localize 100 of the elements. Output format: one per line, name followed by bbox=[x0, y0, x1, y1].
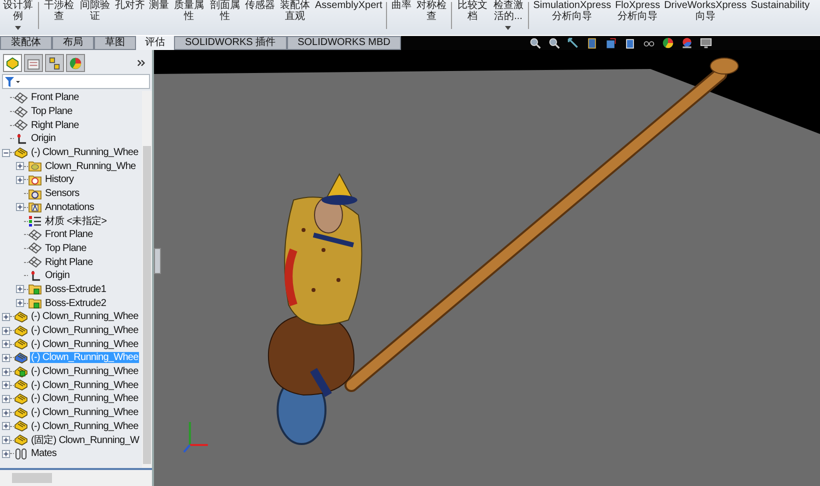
tree-item[interactable]: (-) Clown_Running_Whee bbox=[30, 393, 140, 404]
feature-folder-icon bbox=[28, 283, 42, 296]
feature-folder-icon bbox=[28, 297, 42, 310]
ribbon-button[interactable]: SimulationXpress 分析向导 bbox=[533, 0, 612, 22]
tree-item[interactable]: Annotations bbox=[44, 202, 95, 213]
expander-icon[interactable] bbox=[2, 340, 10, 348]
part-icon bbox=[14, 146, 28, 159]
plane-icon bbox=[14, 106, 28, 118]
ribbon-button[interactable]: 干涉检查 bbox=[43, 0, 75, 22]
view-orientation-icon[interactable] bbox=[605, 37, 618, 49]
plane-icon bbox=[28, 228, 42, 241]
tree-item[interactable]: (-) Clown_Running_Whee bbox=[30, 420, 140, 432]
previous-view-icon[interactable] bbox=[567, 37, 580, 49]
expander-icon[interactable] bbox=[2, 422, 10, 430]
horizontal-scrollbar[interactable] bbox=[0, 470, 152, 486]
tree-item[interactable]: Sensors bbox=[44, 188, 80, 200]
tree-item[interactable]: Mates bbox=[30, 448, 58, 460]
expander-icon[interactable] bbox=[2, 408, 10, 417]
zoom-fit-icon[interactable] bbox=[529, 37, 542, 49]
appearance-icon[interactable] bbox=[662, 37, 674, 49]
tree-item[interactable]: (-) Clown_Running_Whee bbox=[30, 366, 140, 378]
ribbon-tab[interactable]: SOLIDWORKS MBD bbox=[286, 36, 402, 50]
scene-icon[interactable] bbox=[681, 37, 694, 49]
list-icon bbox=[27, 56, 40, 70]
expander-icon[interactable] bbox=[2, 436, 10, 444]
ribbon-button[interactable]: AssemblyXpert bbox=[315, 0, 382, 11]
filter-field[interactable] bbox=[2, 74, 150, 89]
appearance-tab[interactable] bbox=[66, 54, 85, 72]
ribbon-button[interactable]: 装配体直观 bbox=[279, 0, 311, 22]
annotations-folder-icon bbox=[28, 201, 42, 214]
tree-item[interactable]: (-) Clown_Running_Whee bbox=[30, 338, 140, 350]
expander-icon[interactable] bbox=[16, 285, 24, 294]
sensors-folder-icon bbox=[28, 188, 42, 200]
scrollbar[interactable] bbox=[142, 91, 152, 468]
ribbon-tab[interactable]: 布局 bbox=[52, 36, 94, 50]
feature-tree-tab[interactable] bbox=[3, 54, 22, 72]
expander-icon[interactable] bbox=[16, 162, 24, 170]
expander-icon[interactable] bbox=[2, 354, 10, 362]
expander-icon[interactable] bbox=[16, 176, 24, 184]
part-icon bbox=[14, 366, 28, 378]
display-style-icon[interactable] bbox=[624, 37, 636, 49]
tree-item[interactable]: Origin bbox=[30, 133, 57, 144]
tree-item[interactable]: Boss-Extrude2 bbox=[44, 298, 108, 309]
tree-item[interactable]: Front Plane bbox=[30, 92, 80, 104]
part-icon bbox=[14, 379, 28, 392]
part-icon bbox=[14, 310, 28, 323]
tree-item[interactable]: Top Plane bbox=[30, 106, 74, 118]
view-settings-icon[interactable] bbox=[700, 37, 712, 49]
part-icon bbox=[14, 406, 28, 419]
zoom-area-icon[interactable] bbox=[548, 37, 560, 49]
tree-item[interactable]: Top Plane bbox=[44, 242, 88, 254]
tree-item[interactable]: (-) Clown_Running_Whee bbox=[30, 325, 140, 336]
ribbon-button[interactable]: 间隙验证 bbox=[79, 0, 111, 22]
tree-item[interactable]: (固定) Clown_Running_W bbox=[30, 433, 140, 448]
tree-item[interactable]: Right Plane bbox=[30, 120, 80, 131]
expander-icon[interactable] bbox=[2, 450, 10, 458]
expander-icon[interactable] bbox=[2, 148, 10, 157]
ribbon-button[interactable]: 传感器 bbox=[245, 0, 275, 11]
ribbon-tab[interactable]: SOLIDWORKS 插件 bbox=[174, 36, 287, 50]
plane-icon bbox=[28, 242, 42, 254]
tree-item[interactable]: Front Plane bbox=[44, 229, 94, 240]
material-icon bbox=[28, 215, 42, 228]
tree-item[interactable]: (-) Clown_Running_Whee bbox=[30, 407, 140, 418]
property-tab[interactable] bbox=[24, 54, 43, 72]
part-icon bbox=[14, 352, 28, 364]
expander-icon[interactable] bbox=[2, 381, 10, 390]
tree-item[interactable]: Right Plane bbox=[44, 256, 94, 268]
tree-item[interactable]: 材质 <未指定> bbox=[44, 214, 108, 228]
tree-item[interactable]: Boss-Extrude1 bbox=[44, 284, 108, 295]
paperclip-icon bbox=[14, 448, 28, 460]
expander-icon[interactable] bbox=[2, 368, 10, 376]
ribbon-tab[interactable]: 装配体 bbox=[0, 36, 52, 50]
history-folder-icon bbox=[28, 174, 42, 186]
ribbon-button[interactable]: 检查激活的... bbox=[492, 0, 524, 30]
expander-icon[interactable] bbox=[2, 312, 10, 321]
tree-item[interactable]: (-) Clown_Running_Whee bbox=[30, 311, 140, 322]
expander-icon[interactable] bbox=[2, 326, 10, 335]
ribbon-button[interactable]: 设计算例 bbox=[2, 0, 34, 30]
tree-item[interactable]: (-) Clown_Running_Whee bbox=[30, 380, 140, 391]
part-icon bbox=[14, 392, 28, 405]
double-chevron-icon[interactable] bbox=[137, 59, 146, 67]
tree-item[interactable]: Clown_Running_Whe bbox=[44, 160, 137, 172]
tree-item[interactable]: History bbox=[44, 174, 75, 186]
ribbon-button[interactable]: 质量属性 bbox=[173, 0, 205, 22]
expander-icon[interactable] bbox=[2, 394, 10, 403]
panel-collapse-handle[interactable] bbox=[154, 248, 161, 274]
tree-item[interactable]: (-) Clown_Running_Whee bbox=[30, 147, 140, 158]
ribbon-tab[interactable]: 评估 bbox=[136, 36, 174, 50]
configuration-tab[interactable] bbox=[45, 54, 64, 72]
ribbon-button[interactable]: Sustainability bbox=[750, 0, 810, 11]
expander-icon[interactable] bbox=[16, 203, 24, 212]
ribbon-button[interactable]: 测量 bbox=[149, 0, 169, 11]
tree-item[interactable]: Origin bbox=[44, 270, 71, 282]
expander-icon[interactable] bbox=[16, 299, 24, 308]
ribbon-button[interactable]: DriveWorksXpress 向导 bbox=[664, 0, 747, 22]
section-view-icon[interactable] bbox=[586, 37, 598, 49]
ribbon-button[interactable]: 对称检查 bbox=[415, 0, 448, 22]
plane-icon bbox=[28, 256, 42, 268]
ribbon-tab[interactable]: 草图 bbox=[94, 36, 136, 50]
ribbon-button[interactable]: FloXpress 分析向导 bbox=[615, 0, 660, 22]
